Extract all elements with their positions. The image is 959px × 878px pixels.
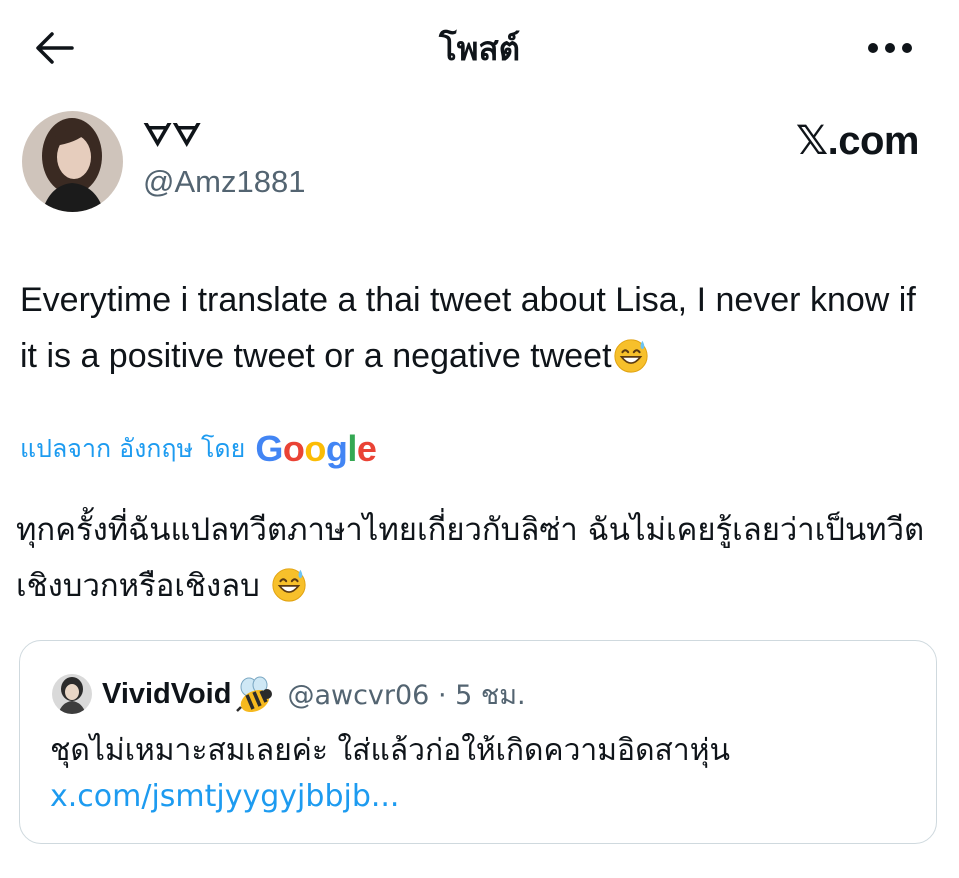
quoted-handle-time[interactable]: @awcvr06 · 5 ชม.: [287, 673, 525, 716]
google-logo: Google: [255, 428, 377, 470]
author-display-name[interactable]: ᗊᗊ: [143, 118, 201, 155]
google-letter: e: [356, 428, 377, 469]
top-bar: โพสต์: [0, 0, 959, 95]
tweet-text: Everytime i translate a thai tweet about…: [20, 272, 940, 384]
quoted-author-avatar[interactable]: [52, 674, 92, 714]
grinning-sweat-emoji: [272, 568, 306, 602]
google-letter: l: [347, 428, 357, 469]
quoted-tweet-card[interactable]: VividVoid @awcvr06 · 5 ชม. ชุดไม่เหมาะสม…: [19, 640, 937, 844]
quoted-tweet-text: ชุดไม่เหมาะสมเลยค่ะ ใส่แล้วก่อให้เกิดควา…: [50, 733, 730, 768]
ellipsis-horizontal-icon: [868, 43, 912, 53]
translation-label: แปลจาก อังกฤษ โดย: [20, 434, 246, 463]
google-letter: o: [304, 428, 326, 469]
translated-text-content: ทุกครั้งที่ฉันแปลทวีตภาษาไทยเกี่ยวกับลิซ…: [16, 512, 925, 604]
grinning-sweat-emoji: [613, 339, 648, 373]
google-letter: g: [325, 428, 348, 469]
translated-by-label[interactable]: แปลจาก อังกฤษ โดย Google: [20, 428, 377, 470]
quoted-tweet-link[interactable]: x.com/jsmtjyygyjbbjb...: [50, 779, 399, 814]
author-handle[interactable]: @Amz1881: [143, 164, 305, 200]
quoted-author-name[interactable]: VividVoid: [102, 678, 231, 711]
google-letter: G: [255, 428, 283, 469]
more-options-button[interactable]: [862, 30, 918, 66]
author-avatar[interactable]: [22, 111, 123, 212]
x-watermark: 𝕏.com: [795, 119, 920, 163]
page-title: โพสต์: [438, 29, 521, 68]
tweet-text-content: Everytime i translate a thai tweet about…: [20, 281, 916, 375]
quoted-tweet-header: VividVoid @awcvr06 · 5 ชม.: [102, 673, 526, 716]
bee-icon: [236, 676, 273, 712]
google-letter: o: [282, 428, 305, 469]
translated-text: ทุกครั้งที่ฉันแปลทวีตภาษาไทยเกี่ยวกับลิซ…: [16, 502, 946, 614]
